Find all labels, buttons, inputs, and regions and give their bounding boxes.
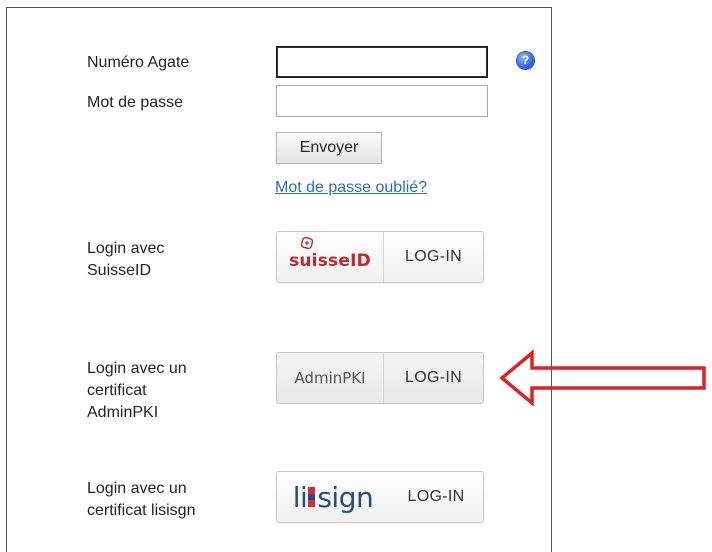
label-line: Login avec (87, 240, 165, 257)
suisseid-login-text: LOG-IN (405, 248, 462, 265)
question-circle-icon[interactable]: ? (517, 52, 534, 69)
forgot-password-link[interactable]: Mot de passe oublié? (275, 179, 427, 197)
lisign-logo: li sign (277, 472, 389, 522)
password-label: Mot de passe (87, 94, 184, 111)
label-line: SuisseID (87, 262, 152, 279)
suisseid-logo: suisseID (277, 232, 384, 282)
suisseid-login-label: Login avec SuisseID (87, 238, 164, 282)
label-line: AdminPKI (87, 404, 159, 421)
suisseid-login-button[interactable]: suisseID LOG-IN (276, 231, 484, 283)
label-line: Login avec un (87, 480, 187, 497)
lisign-login-text: LOG-IN (407, 488, 465, 505)
lisign-login-button[interactable]: li sign LOG-IN (276, 471, 484, 523)
lisign-wordmark: li sign (292, 480, 374, 514)
lisign-mark-icon (308, 487, 316, 508)
suisseid-brand-text: suisseID (289, 251, 371, 271)
adminpki-logo: AdminPKI (277, 353, 384, 403)
label-line: certificat lisisgn (87, 502, 196, 519)
adminpki-login-button[interactable]: AdminPKI LOG-IN (276, 352, 484, 404)
agate-number-label: Numéro Agate (87, 54, 190, 71)
adminpki-brand-text: AdminPKI (294, 369, 366, 387)
adminpki-login-label: Login avec un certificat AdminPKI (87, 358, 187, 424)
label-line: Login avec un (87, 360, 187, 377)
suisseid-mark-icon (301, 237, 314, 249)
lisign-login-label: Login avec un certificat lisisgn (87, 478, 195, 522)
red-left-arrow-icon (499, 349, 706, 407)
login-panel: Numéro Agate ? Mot de passe Envoyer Mot … (6, 7, 552, 552)
label-line: certificat (87, 382, 147, 399)
agate-number-input[interactable] (276, 46, 488, 78)
send-button[interactable]: Envoyer (276, 132, 382, 164)
password-input[interactable] (276, 85, 488, 117)
adminpki-login-text: LOG-IN (405, 369, 462, 386)
